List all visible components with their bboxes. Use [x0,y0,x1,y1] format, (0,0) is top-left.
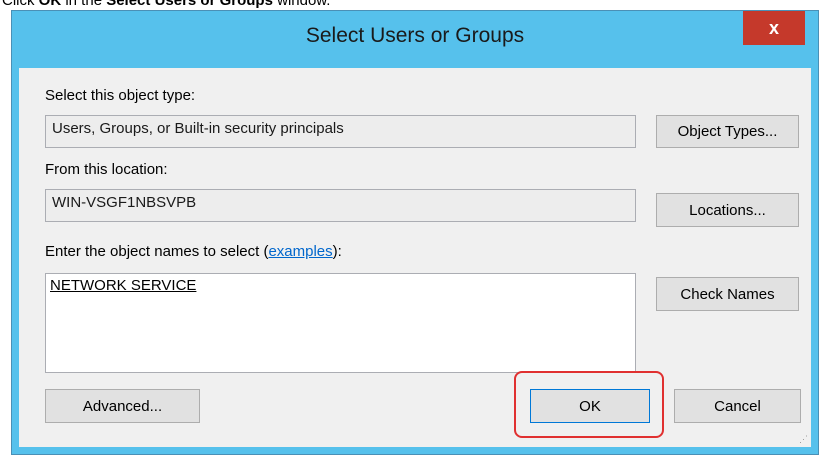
window-title: Select Users or Groups [305,24,525,47]
object-names-label-prefix: Enter the object names to select ( [45,243,269,260]
close-button[interactable]: x [743,11,805,45]
resize-grip-icon[interactable]: ⋰ [799,434,808,445]
object-type-field: Users, Groups, or Built-in security prin… [45,115,636,148]
object-names-label: Enter the object names to select (exampl… [45,243,342,260]
object-name-entry: NETWORK SERVICE [50,277,197,294]
locations-button[interactable]: Locations... [656,193,799,227]
instruction-window-name: Select Users or Groups [106,0,273,9]
select-users-dialog: Select Users or Groups x Select this obj… [11,10,819,455]
instruction-middle: in the [61,0,107,9]
dialog-body: Select this object type: Users, Groups, … [19,68,811,447]
ok-button[interactable]: OK [530,389,650,423]
object-names-label-suffix: ): [332,243,342,260]
examples-link[interactable]: examples [268,243,332,260]
object-names-input[interactable]: NETWORK SERVICE [45,273,636,373]
advanced-button[interactable]: Advanced... [45,389,200,423]
object-type-label: Select this object type: [45,87,196,104]
cancel-button[interactable]: Cancel [674,389,801,423]
object-types-button[interactable]: Object Types... [656,115,799,148]
instruction-prefix: Click [2,0,39,9]
close-icon: x [768,17,779,38]
location-field: WIN-VSGF1NBSVPB [45,189,636,222]
check-names-button[interactable]: Check Names [656,277,799,311]
instruction-ok: OK [38,0,62,9]
instruction-text: Click OK in the Select Users or Groups w… [2,0,330,9]
title-bar[interactable]: Select Users or Groups x [12,11,818,67]
location-label: From this location: [45,161,168,178]
instruction-suffix: window. [272,0,331,9]
